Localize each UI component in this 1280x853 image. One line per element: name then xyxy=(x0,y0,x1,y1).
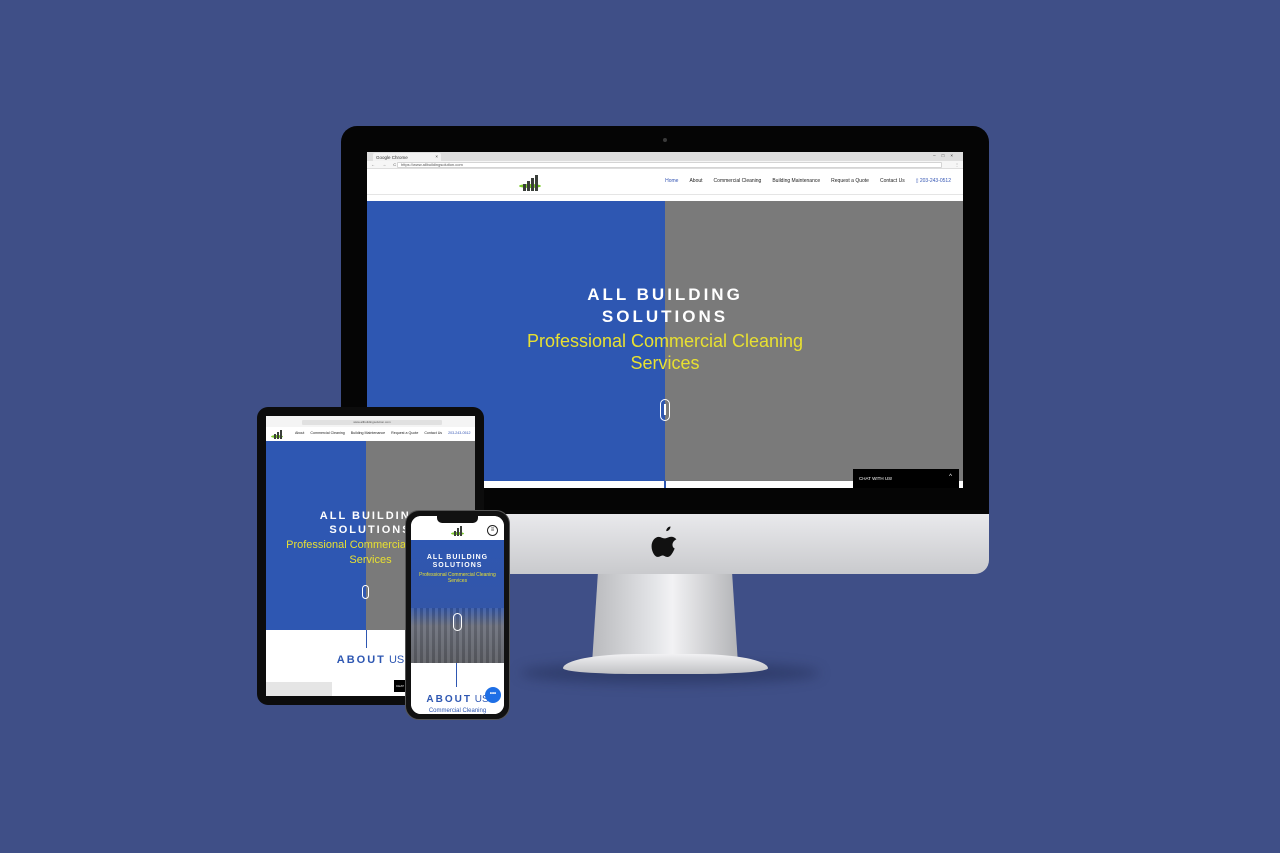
nav-commercial-cleaning[interactable]: Commercial Cleaning xyxy=(714,178,762,184)
browser-nav-buttons[interactable]: ← → C xyxy=(371,162,399,167)
chat-widget[interactable]: CHAT WITH US! ^ xyxy=(853,469,959,488)
hero-title-line1: ALL BUILDING xyxy=(587,285,743,304)
close-tab-icon[interactable]: × xyxy=(435,154,438,159)
nav-home[interactable]: Home xyxy=(665,178,678,184)
nav-building-maintenance[interactable]: Building Maintenance xyxy=(351,431,385,435)
logo-bar xyxy=(274,434,276,439)
phone-company-logo[interactable] xyxy=(451,525,464,536)
chat-label: CHAT WITH US! xyxy=(859,476,893,481)
logo-bar xyxy=(535,175,538,191)
browser-tab-title: Google Chrome xyxy=(376,154,408,160)
nav-phone-number[interactable]: 203-243-0512 xyxy=(448,431,470,435)
logo-bar xyxy=(531,178,534,191)
chevron-up-icon[interactable]: ^ xyxy=(949,474,952,480)
camera-icon xyxy=(663,138,667,142)
phone-hero-title-line2: SOLUTIONS xyxy=(432,562,483,569)
section-divider-line xyxy=(664,481,666,488)
address-bar[interactable]: https://www.allbuildingsolution.com xyxy=(397,162,942,168)
about-heading-word: ABOUT xyxy=(336,654,386,666)
tablet-image-thumbnail xyxy=(266,682,332,696)
apple-logo-icon xyxy=(651,526,677,558)
scroll-down-icon[interactable] xyxy=(660,399,670,421)
scroll-indicator-line xyxy=(664,404,666,415)
nav-about[interactable]: About xyxy=(689,178,702,184)
about-heading-us: US xyxy=(388,654,405,666)
tablet-main-nav: About Commercial Cleaning Building Maint… xyxy=(295,431,470,435)
browser-toolbar: ← → C https://www.allbuildingsolution.co… xyxy=(367,161,963,169)
tablet-site-header: About Commercial Cleaning Building Maint… xyxy=(266,427,475,441)
nav-about[interactable]: About xyxy=(295,431,304,435)
nav-contact-us[interactable]: Contact Us xyxy=(880,178,905,184)
phone-hero-section: ALL BUILDING SOLUTIONS Professional Comm… xyxy=(411,540,504,663)
phone-icon: ▯ xyxy=(915,178,919,184)
logo-bar xyxy=(277,432,279,439)
phone-hero-tagline: Professional Commercial Cleaning Service… xyxy=(419,572,496,584)
section-divider-line xyxy=(366,630,367,648)
tablet-company-logo[interactable] xyxy=(271,429,283,439)
phone-about-subtitle: Commercial Cleaning xyxy=(428,708,487,714)
browser-menu-icon[interactable]: ⋮ xyxy=(955,162,959,167)
section-divider-line xyxy=(456,663,457,687)
browser-tab-strip: Google Chrome × –□× xyxy=(367,152,963,161)
nav-commercial-cleaning[interactable]: Commercial Cleaning xyxy=(310,431,344,435)
imac-stand-neck xyxy=(592,574,738,664)
chat-fab-button[interactable]: ••• xyxy=(485,687,501,703)
logo-bar xyxy=(523,184,526,191)
scroll-down-icon[interactable] xyxy=(362,585,369,599)
window-controls[interactable]: –□× xyxy=(933,153,959,158)
site-header: Home About Commercial Cleaning Building … xyxy=(367,169,963,195)
phone-screen: ≡ ALL BUILDING SOLUTIONS Professional Co… xyxy=(411,516,504,714)
logo-bar xyxy=(454,531,456,536)
phone-device: ≡ ALL BUILDING SOLUTIONS Professional Co… xyxy=(405,510,510,720)
nav-phone-number: 203-243-0512 xyxy=(919,178,951,184)
nav-building-maintenance[interactable]: Building Maintenance xyxy=(772,178,820,184)
tablet-address-bar[interactable]: www.allbuildingsolution.com xyxy=(302,420,442,425)
logo-bar xyxy=(460,526,462,536)
nav-phone-link[interactable]: ▯ 203-243-0512 xyxy=(916,178,951,184)
about-heading-word: ABOUT xyxy=(426,694,472,705)
phone-notch xyxy=(437,516,478,523)
browser-tab[interactable]: Google Chrome × xyxy=(373,153,441,161)
company-logo[interactable] xyxy=(519,173,541,191)
main-nav: Home About Commercial Cleaning Building … xyxy=(665,178,951,184)
imac-stand-foot xyxy=(563,654,768,674)
logo-bar xyxy=(280,430,282,439)
logo-bar xyxy=(457,528,459,536)
logo-bar xyxy=(527,181,530,191)
nav-contact-us[interactable]: Contact Us xyxy=(424,431,442,435)
nav-request-quote[interactable]: Request a Quote xyxy=(831,178,869,184)
scroll-down-icon[interactable] xyxy=(453,613,462,631)
phone-hero-title-line1: ALL BUILDING xyxy=(426,554,489,561)
nav-request-quote[interactable]: Request a Quote xyxy=(391,431,418,435)
hero-tagline-line2: Services xyxy=(630,353,700,373)
hero-tagline-line1: Professional Commercial Cleaning xyxy=(526,331,804,351)
hero-title-line2: SOLUTIONS xyxy=(601,307,729,326)
hamburger-menu-icon[interactable]: ≡ xyxy=(487,525,498,536)
